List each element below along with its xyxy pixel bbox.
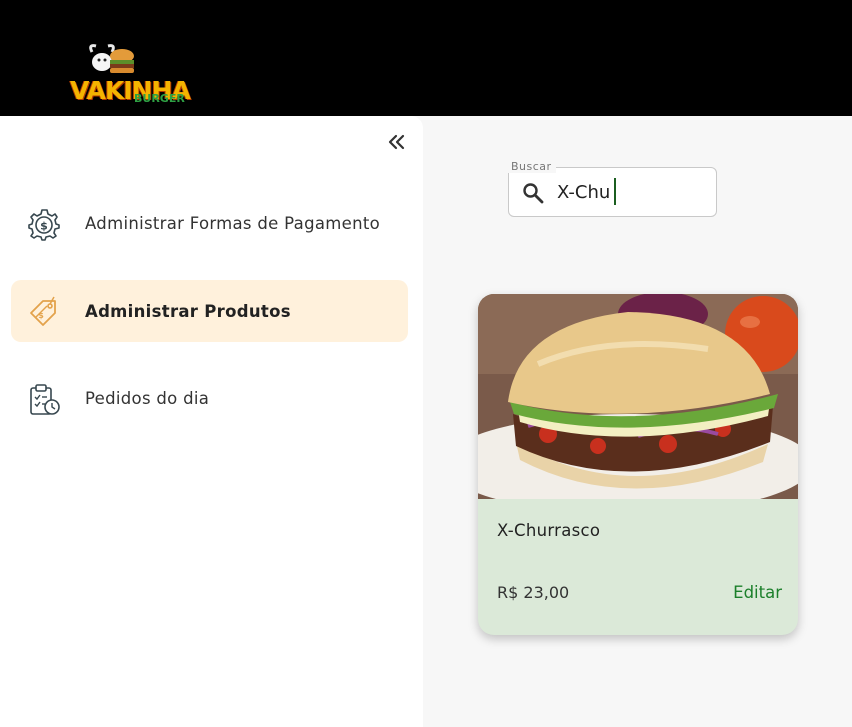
product-price: R$ 23,00 (497, 583, 570, 602)
search-label: Buscar (507, 160, 556, 173)
search-input[interactable] (557, 178, 707, 206)
payment-gear-icon: $ (28, 209, 60, 241)
svg-text:$: $ (38, 311, 44, 320)
search-field[interactable]: Buscar (507, 160, 717, 217)
sidebar-item-label: Administrar Produtos (85, 301, 291, 321)
double-chevron-left-icon (388, 134, 405, 150)
brand-logo: VAKINHA BURGER (70, 40, 200, 108)
search-icon (523, 183, 544, 204)
sidebar-item-label: Administrar Formas de Pagamento (85, 213, 380, 233)
main-content: Buscar X-Chu X-Churrasco R$ 23,00 Editar (423, 116, 852, 727)
sidebar: $ Administrar Formas de Pagamento $ Admi… (0, 116, 423, 727)
price-tag-icon: $ (30, 296, 56, 326)
svg-text:$: $ (40, 220, 48, 233)
sidebar-item-payment-methods[interactable]: $ Administrar Formas de Pagamento (11, 192, 408, 254)
collapse-sidebar-button[interactable] (382, 128, 410, 156)
brand-subname: BURGER (134, 92, 185, 105)
product-image (478, 294, 798, 499)
sidebar-item-label: Pedidos do dia (85, 388, 210, 408)
product-card[interactable]: X-Churrasco R$ 23,00 Editar (478, 294, 798, 635)
edit-product-link[interactable]: Editar (733, 583, 782, 602)
top-bar: VAKINHA BURGER (0, 0, 852, 116)
sidebar-item-products[interactable]: $ Administrar Produtos (11, 280, 408, 342)
text-caret (614, 178, 616, 205)
clipboard-clock-icon (30, 384, 60, 415)
burger-mascot-icon (89, 44, 134, 73)
sidebar-item-orders[interactable]: Pedidos do dia (11, 367, 408, 429)
product-name: X-Churrasco (497, 521, 601, 540)
